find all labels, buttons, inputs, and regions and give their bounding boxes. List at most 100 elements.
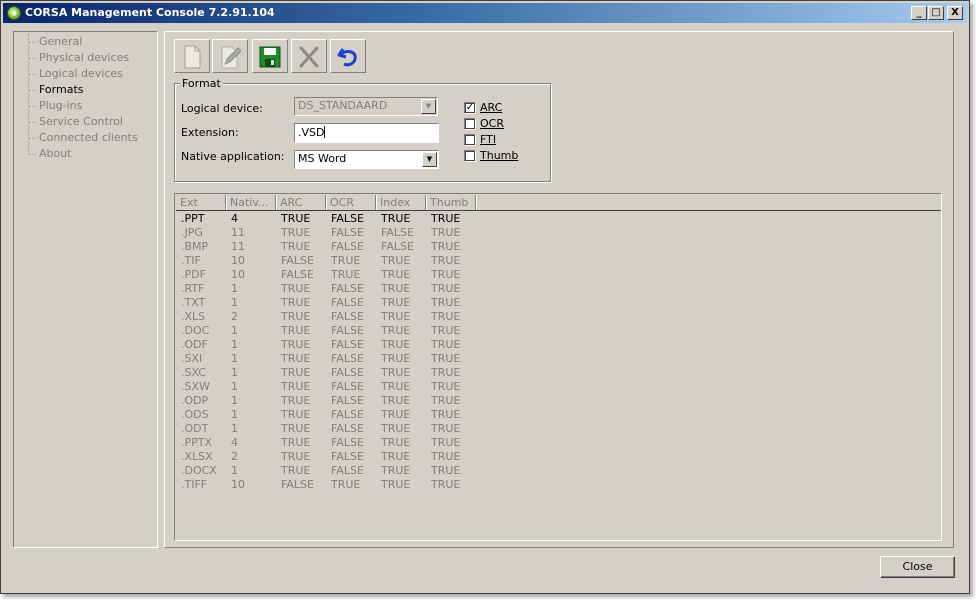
table-row[interactable]: .BMP 11 TRUE FALSE FALSE TRUE — [176, 240, 941, 254]
table-cell: TRUE — [431, 450, 461, 463]
table-row[interactable]: .ODP 1 TRUE FALSE TRUE TRUE — [176, 394, 941, 408]
table-row[interactable]: .XLSX 2 TRUE FALSE TRUE TRUE — [176, 450, 941, 464]
table-cell: 1 — [231, 464, 238, 477]
table-cell: .XLS — [181, 310, 206, 323]
thumb-checkbox-label: Thumb — [480, 149, 519, 162]
table-cell: TRUE — [381, 366, 411, 379]
table-row[interactable]: .RTF 1 TRUE FALSE TRUE TRUE — [176, 282, 941, 296]
delete-button[interactable] — [291, 39, 327, 73]
table-row[interactable]: .PPTX 4 TRUE FALSE TRUE TRUE — [176, 436, 941, 450]
nav-item-plug-ins[interactable]: Plug-ins — [29, 98, 154, 114]
table-row[interactable]: .XLS 2 TRUE FALSE TRUE TRUE — [176, 310, 941, 324]
column-header[interactable]: Thumb — [426, 195, 476, 210]
table-row[interactable]: .SXC 1 TRUE FALSE TRUE TRUE — [176, 366, 941, 380]
checkmark-icon[interactable]: ✓ — [464, 102, 476, 114]
save-button[interactable] — [252, 39, 288, 73]
table-cell: TRUE — [281, 394, 311, 407]
maximize-button[interactable]: □ — [928, 6, 944, 20]
table-cell: .RTF — [181, 282, 205, 295]
table-cell: FALSE — [331, 212, 364, 225]
logical-device-value: DS_STANDAARD — [298, 99, 388, 112]
table-cell: .BMP — [181, 240, 209, 253]
table-cell: .ODS — [181, 408, 209, 421]
table-cell: TRUE — [381, 324, 411, 337]
close-window-button[interactable]: X — [947, 6, 963, 20]
table-row[interactable]: .ODS 1 TRUE FALSE TRUE TRUE — [176, 408, 941, 422]
native-application-select[interactable]: MS Word ▼ — [294, 150, 439, 169]
table-cell: TRUE — [281, 226, 311, 239]
table-cell: 1 — [231, 282, 238, 295]
table-cell: TRUE — [281, 422, 311, 435]
table-cell: FALSE — [331, 408, 364, 421]
column-header[interactable]: Ext — [176, 195, 226, 210]
nav-item-formats[interactable]: Formats — [29, 82, 154, 98]
table-cell: FALSE — [331, 422, 364, 435]
edit-button[interactable] — [212, 39, 248, 73]
table-cell: 1 — [231, 296, 238, 309]
table-cell: FALSE — [381, 226, 414, 239]
table-row[interactable]: .DOCX 1 TRUE FALSE TRUE TRUE — [176, 464, 941, 478]
nav-item-service-control[interactable]: Service Control — [29, 114, 154, 130]
column-header[interactable]: OCR — [326, 195, 376, 210]
table-cell: TRUE — [381, 422, 411, 435]
column-header[interactable]: ARC — [276, 195, 326, 210]
nav-item-logical-devices[interactable]: Logical devices — [29, 66, 154, 82]
table-cell: TRUE — [381, 296, 411, 309]
close-button[interactable]: Close — [880, 556, 955, 578]
table-row[interactable]: .SXI 1 TRUE FALSE TRUE TRUE — [176, 352, 941, 366]
table-cell: TRUE — [281, 464, 311, 477]
table-row[interactable]: .TIFF 10 FALSE TRUE TRUE TRUE — [176, 478, 941, 492]
table-cell: TRUE — [281, 380, 311, 393]
maximize-icon: □ — [931, 7, 941, 18]
table-cell: TRUE — [431, 268, 461, 281]
table-cell: .ODP — [181, 394, 209, 407]
logical-device-select[interactable]: DS_STANDAARD ▼ — [294, 97, 438, 116]
table-row[interactable]: .ODT 1 TRUE FALSE TRUE TRUE — [176, 422, 941, 436]
checkbox-box[interactable] — [464, 150, 476, 162]
table-cell: TRUE — [381, 408, 411, 421]
table-cell: FALSE — [331, 310, 364, 323]
new-button[interactable] — [174, 39, 210, 73]
table-row[interactable]: .DOC 1 TRUE FALSE TRUE TRUE — [176, 324, 941, 338]
nav-item-general[interactable]: General — [29, 34, 154, 50]
checkbox-box[interactable] — [464, 134, 476, 146]
checkbox-box[interactable] — [464, 118, 476, 130]
table-cell: 1 — [231, 366, 238, 379]
column-header[interactable]: Nativ... — [226, 195, 276, 210]
table-cell: FALSE — [331, 450, 364, 463]
table-cell: TRUE — [431, 408, 461, 421]
undo-arrow-icon — [337, 48, 357, 67]
table-cell: FALSE — [331, 282, 364, 295]
table-cell: FALSE — [281, 478, 314, 491]
table-row[interactable]: .PDF 10 FALSE TRUE TRUE TRUE — [176, 268, 941, 282]
formats-table[interactable]: Ext Nativ... ARC OCR Index Thumb .PPT 4 TRUE FAL… — [174, 193, 942, 541]
extension-input[interactable]: .VSD — [294, 123, 439, 143]
table-row[interactable]: .SXW 1 TRUE FALSE TRUE TRUE — [176, 380, 941, 394]
table-cell: FALSE — [281, 268, 314, 281]
table-cell: FALSE — [331, 366, 364, 379]
nav-item-physical-devices[interactable]: Physical devices — [29, 50, 154, 66]
logical-device-label: Logical device: — [181, 102, 263, 115]
nav-item-connected-clients[interactable]: Connected clients — [29, 130, 154, 146]
table-cell: TRUE — [281, 282, 311, 295]
table-cell: TRUE — [431, 212, 461, 225]
table-row[interactable]: .TXT 1 TRUE FALSE TRUE TRUE — [176, 296, 941, 310]
table-row[interactable]: .JPG 11 TRUE FALSE FALSE TRUE — [176, 226, 941, 240]
minimize-button[interactable]: _ — [911, 6, 927, 20]
table-row[interactable]: .PPT 4 TRUE FALSE TRUE TRUE — [176, 212, 941, 226]
title-bar[interactable]: ◉ CORSA Management Console 7.2.91.104 _ … — [3, 3, 967, 23]
table-cell: .TXT — [181, 296, 206, 309]
arc-checkbox-label: ARC — [480, 101, 503, 114]
column-header[interactable]: Index — [376, 195, 426, 210]
table-cell: TRUE — [381, 352, 411, 365]
table-cell: .SXC — [181, 366, 206, 379]
table-row[interactable]: .ODF 1 TRUE FALSE TRUE TRUE — [176, 338, 941, 352]
text-caret — [324, 126, 326, 138]
nav-item-about[interactable]: About — [29, 146, 154, 162]
table-cell: FALSE — [331, 296, 364, 309]
table-cell: FALSE — [381, 240, 414, 253]
table-cell: TRUE — [431, 240, 461, 253]
table-cell: TRUE — [431, 478, 461, 491]
undo-button[interactable] — [330, 39, 366, 73]
table-row[interactable]: .TIF 10 FALSE TRUE TRUE TRUE — [176, 254, 941, 268]
